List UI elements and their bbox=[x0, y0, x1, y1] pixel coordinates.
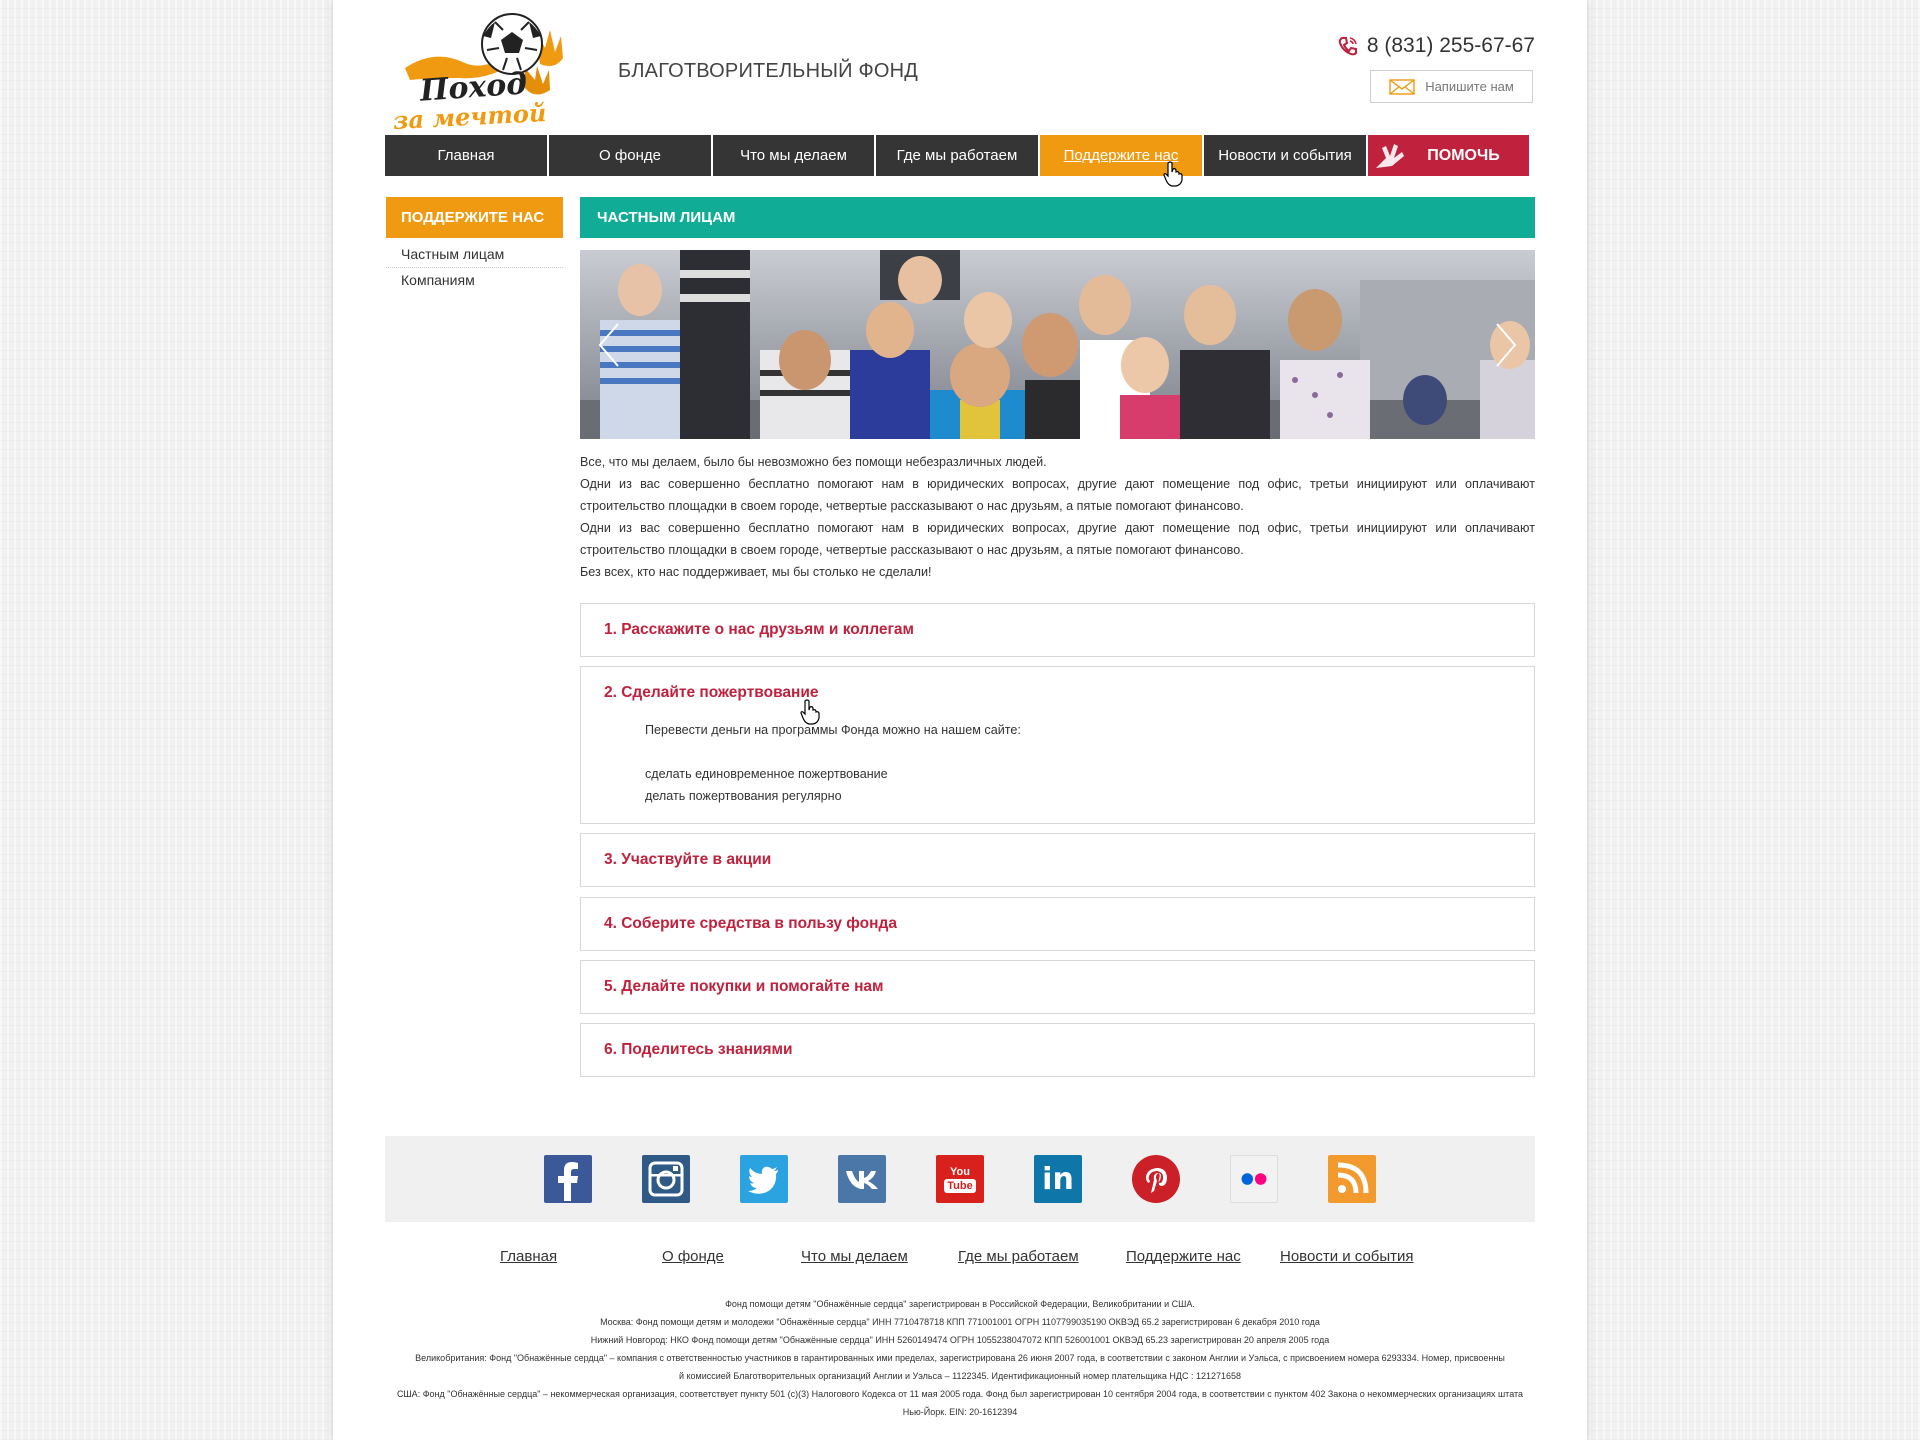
page-title: ЧАСТНЫМ ЛИЦАМ bbox=[580, 197, 1535, 238]
intro-paragraph: Одни из вас совершенно бесплатно помогаю… bbox=[580, 521, 1535, 557]
sidebar-title: ПОДДЕРЖИТЕ НАС bbox=[386, 197, 563, 238]
accordion-item-donate[interactable]: 2. Сделайте пожертвование Перевести день… bbox=[580, 666, 1535, 824]
site-tagline: БЛАГОТВОРИТЕЛЬНЫЙ ФОНД bbox=[618, 60, 919, 82]
accordion-item-shop[interactable]: 5. Делайте покупки и помогайте нам bbox=[580, 960, 1535, 1014]
sidebar-menu: Частным лицам Компаниям bbox=[386, 242, 563, 293]
site-logo[interactable]: Поход за мечтой bbox=[385, 8, 595, 135]
footer-link-where-we-work[interactable]: Где мы работаем bbox=[958, 1248, 1079, 1265]
phone-number: 8 (831) 255-67-67 bbox=[1366, 34, 1535, 57]
donate-once-link[interactable]: сделать единовременное пожертвование bbox=[645, 763, 1534, 785]
linkedin-icon[interactable]: in bbox=[1034, 1155, 1082, 1203]
youtube-text-bottom: Tube bbox=[944, 1179, 976, 1193]
legal-info: Фонд помощи детям "Обнажённые сердца" за… bbox=[385, 1295, 1535, 1421]
sidebar-item-individuals[interactable]: Частным лицам bbox=[386, 242, 563, 268]
help-button[interactable]: ПОМОЧЬ bbox=[1368, 135, 1529, 176]
vk-icon[interactable] bbox=[838, 1155, 886, 1203]
intro-paragraph: Все, что мы делаем, было бы невозможно б… bbox=[580, 455, 1047, 469]
hand-cursor-icon bbox=[800, 699, 820, 725]
nav-item-what-we-do[interactable]: Что мы делаем bbox=[713, 135, 874, 176]
footer-nav: Главная О фонде Что мы делаем Где мы раб… bbox=[385, 1248, 1535, 1272]
legal-line: й комиссией Благотворительных организаци… bbox=[678, 1371, 1242, 1381]
footer-link-home[interactable]: Главная bbox=[500, 1248, 557, 1265]
accordion-title[interactable]: 1. Расскажите о нас друзьям и коллегам bbox=[581, 604, 1534, 656]
footer-link-support-us[interactable]: Поддержите нас bbox=[1126, 1248, 1241, 1265]
accordion-item-fundraise[interactable]: 4. Соберите средства в пользу фонда bbox=[580, 897, 1535, 951]
legal-line: США: Фонд "Обнажённые сердца" – некоммер… bbox=[396, 1389, 1524, 1399]
legal-line: Великобритания: Фонд "Обнажённые сердца"… bbox=[415, 1353, 1505, 1363]
donate-regular-link[interactable]: делать пожертвования регулярно bbox=[645, 785, 1534, 807]
page-container: Поход за мечтой БЛАГОТВОРИТЕЛЬНЫЙ ФОНД 8… bbox=[333, 0, 1587, 1440]
footer-link-what-we-do[interactable]: Что мы делаем bbox=[801, 1248, 908, 1265]
sidebar-item-companies[interactable]: Компаниям bbox=[386, 268, 563, 293]
legal-line: Москва: Фонд помощи детям и молодежи "Об… bbox=[600, 1317, 1320, 1327]
accordion-item-campaign[interactable]: 3. Участвуйте в акции bbox=[580, 833, 1535, 887]
nav-item-where-we-work[interactable]: Где мы работаем bbox=[876, 135, 1038, 176]
accordion-title[interactable]: 2. Сделайте пожертвование bbox=[604, 684, 819, 702]
accordion-body: Перевести деньги на программы Фонда можн… bbox=[581, 719, 1534, 807]
social-bar: You Tube in bbox=[385, 1136, 1535, 1222]
write-us-button[interactable]: Напишите нам bbox=[1370, 70, 1533, 103]
intro-paragraph: Одни из вас совершенно бесплатно помогаю… bbox=[580, 477, 1535, 513]
nav-item-support-us[interactable]: Поддержите нас bbox=[1040, 135, 1202, 187]
accordion-title-wrap[interactable]: 2. Сделайте пожертвование bbox=[581, 667, 1534, 725]
envelope-icon bbox=[1389, 78, 1415, 95]
nav-item-home[interactable]: Главная bbox=[385, 135, 547, 176]
footer-link-about[interactable]: О фонде bbox=[662, 1248, 724, 1265]
accordion-title[interactable]: 3. Участвуйте в акции bbox=[581, 834, 1534, 886]
footer-link-news[interactable]: Новости и события bbox=[1280, 1248, 1414, 1265]
instagram-icon[interactable] bbox=[642, 1155, 690, 1203]
slider-next-arrow-icon[interactable] bbox=[1493, 320, 1519, 370]
write-us-label: Напишите нам bbox=[1425, 79, 1514, 94]
phone-block[interactable]: 8 (831) 255-67-67 bbox=[1337, 34, 1535, 58]
legal-line: Нижний Новгород: НКО Фонд помощи детям "… bbox=[590, 1335, 1330, 1345]
twitter-icon[interactable] bbox=[740, 1155, 788, 1203]
intro-paragraph: Без всех, кто нас поддерживает, мы бы ст… bbox=[580, 565, 932, 579]
slider-prev-arrow-icon[interactable] bbox=[596, 320, 622, 370]
hands-icon bbox=[1376, 144, 1404, 168]
facebook-icon[interactable] bbox=[544, 1155, 592, 1203]
accordion-title[interactable]: 5. Делайте покупки и помогайте нам bbox=[581, 961, 1534, 1013]
phone-icon bbox=[1338, 37, 1357, 56]
legal-line: Фонд помощи детям "Обнажённые сердца" за… bbox=[725, 1299, 1195, 1309]
flickr-icon[interactable] bbox=[1230, 1155, 1278, 1203]
photo-slider[interactable] bbox=[580, 250, 1535, 439]
group-photo bbox=[580, 250, 1535, 439]
accordion-item-tell-friends[interactable]: 1. Расскажите о нас друзьям и коллегам bbox=[580, 603, 1535, 657]
accordion-title[interactable]: 6. Поделитесь знаниями bbox=[581, 1024, 1534, 1076]
accordion-item-share-knowledge[interactable]: 6. Поделитесь знаниями bbox=[580, 1023, 1535, 1077]
youtube-text-top: You bbox=[950, 1166, 970, 1178]
pinterest-icon[interactable] bbox=[1132, 1155, 1180, 1203]
youtube-icon[interactable]: You Tube bbox=[936, 1155, 984, 1203]
hand-cursor-icon bbox=[1163, 161, 1183, 187]
main-nav: Главная О фонде Что мы делаем Где мы раб… bbox=[385, 135, 1535, 187]
nav-item-news[interactable]: Новости и события bbox=[1204, 135, 1366, 176]
legal-line: Нью-Йорк. EIN: 20-1612394 bbox=[902, 1407, 1018, 1417]
donate-intro: Перевести деньги на программы Фонда можн… bbox=[645, 723, 1021, 737]
accordion-title[interactable]: 4. Соберите средства в пользу фонда bbox=[581, 898, 1534, 950]
help-label: ПОМОЧЬ bbox=[1427, 146, 1500, 164]
rss-icon[interactable] bbox=[1328, 1155, 1376, 1203]
nav-item-about[interactable]: О фонде bbox=[549, 135, 711, 176]
intro-text: Все, что мы делаем, было бы невозможно б… bbox=[580, 451, 1535, 583]
